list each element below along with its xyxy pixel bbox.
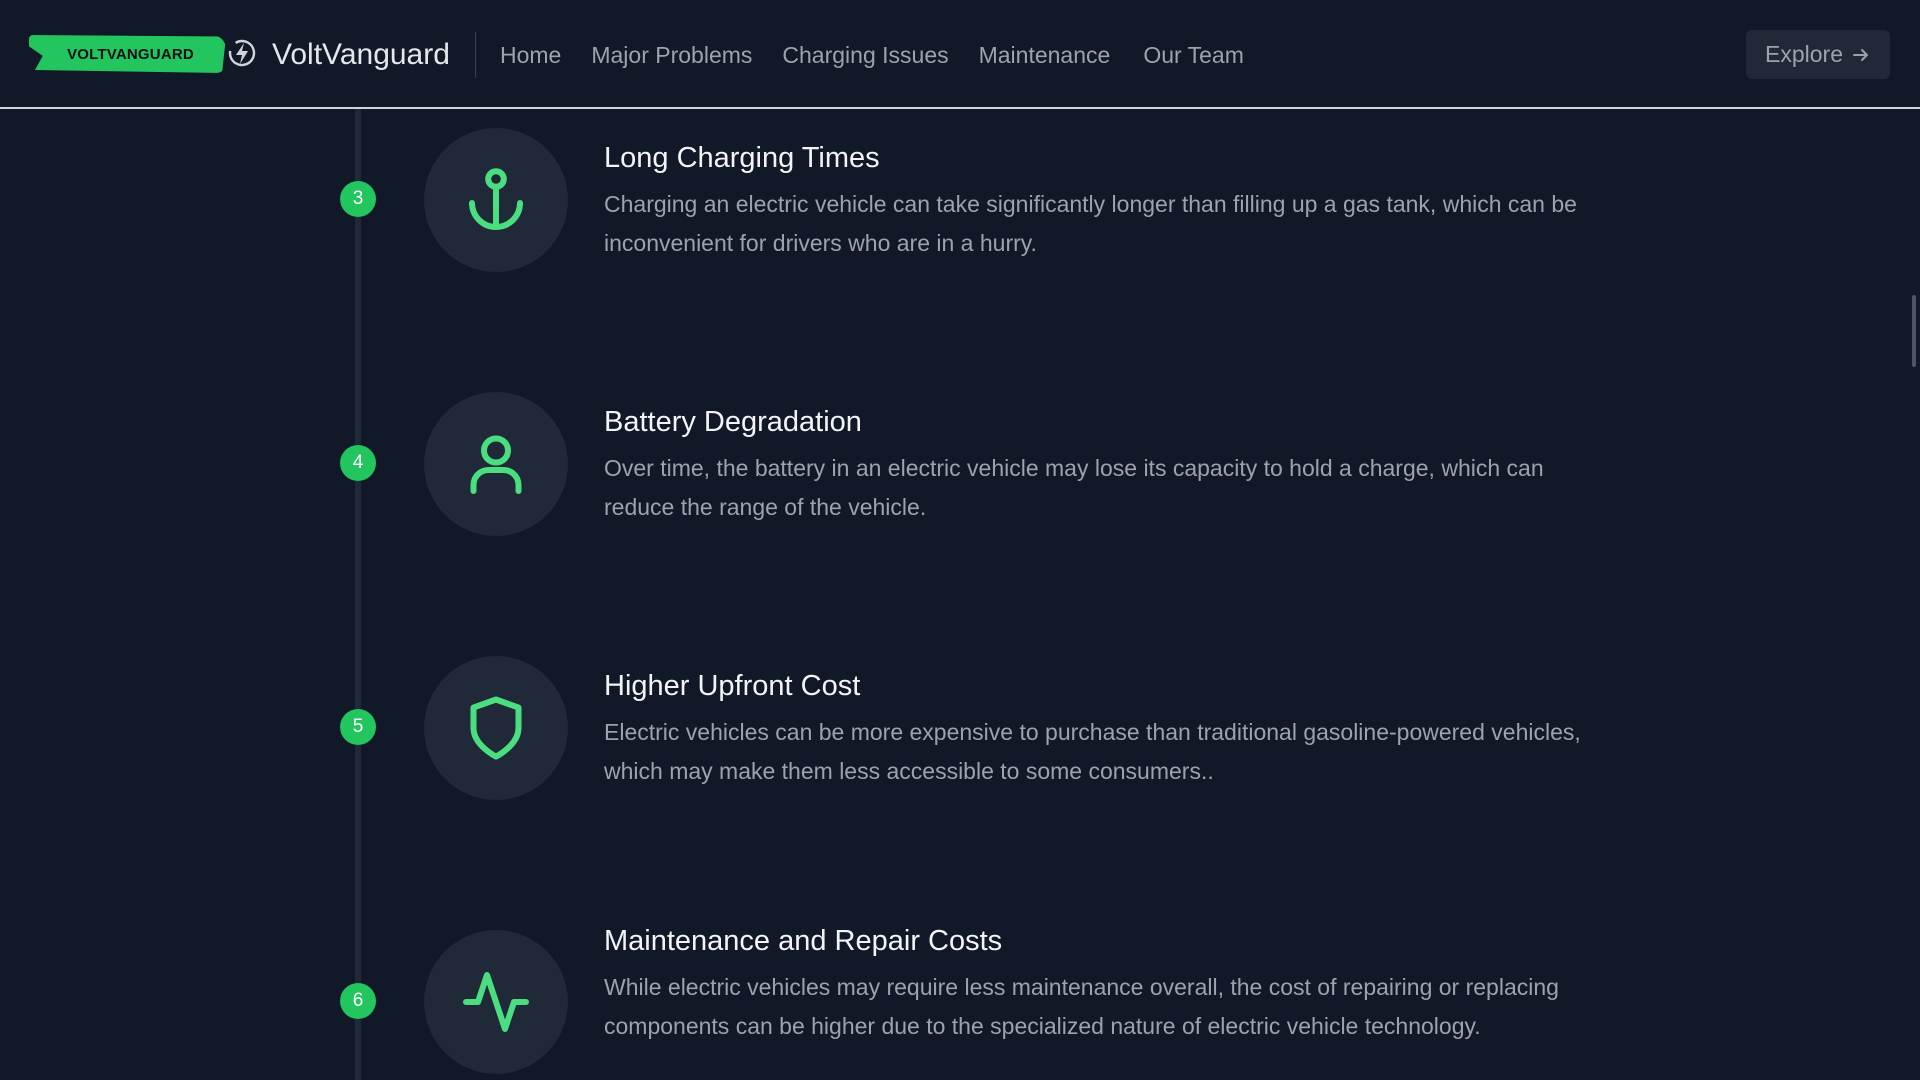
nav-link-charging-issues[interactable]: Charging Issues <box>782 40 948 70</box>
nav-link-major-problems[interactable]: Major Problems <box>591 40 752 70</box>
site-header: VOLTVANGUARD VoltVanguard Home Major Pro… <box>0 0 1920 109</box>
header-divider <box>475 32 476 78</box>
arrow-right-icon <box>1852 48 1868 61</box>
explore-button[interactable]: Explore <box>1746 30 1890 79</box>
step-number-badge: 5 <box>340 709 376 745</box>
anchor-icon <box>469 168 523 230</box>
brand-name[interactable]: VoltVanguard <box>272 36 450 74</box>
item-description: Electric vehicles can be more expensive … <box>604 719 1581 784</box>
item-title: Long Charging Times <box>604 142 880 174</box>
nav-link-our-team[interactable]: Our Team <box>1143 40 1244 70</box>
item-description: While electric vehicles may require less… <box>604 974 1559 1039</box>
item-title: Battery Degradation <box>604 406 862 438</box>
shield-icon <box>470 696 522 760</box>
item-description: Over time, the battery in an electric ve… <box>604 455 1544 520</box>
timeline-line <box>355 0 361 1080</box>
item-icon-circle <box>424 128 568 272</box>
nav-link-maintenance[interactable]: Maintenance <box>979 40 1111 70</box>
logo-badge[interactable]: VOLTVANGUARD <box>29 35 226 73</box>
item-icon-circle <box>424 392 568 536</box>
activity-icon <box>463 972 529 1032</box>
nav-link-home[interactable]: Home <box>500 40 561 70</box>
step-number-badge: 6 <box>340 983 376 1019</box>
main-nav: Home Major Problems Charging Issues Main… <box>500 40 1274 70</box>
item-description: Charging an electric vehicle can take si… <box>604 191 1577 256</box>
step-number-badge: 3 <box>340 181 376 217</box>
item-icon-circle <box>424 656 568 800</box>
item-title: Higher Upfront Cost <box>604 670 861 702</box>
step-number-badge: 4 <box>340 445 376 481</box>
logo-text: VOLTVANGUARD <box>67 45 194 63</box>
item-title: Maintenance and Repair Costs <box>604 925 1003 957</box>
user-icon <box>470 435 522 494</box>
explore-label: Explore <box>1765 41 1843 67</box>
scrollbar-thumb[interactable] <box>1912 295 1916 367</box>
bolt-icon <box>228 39 256 67</box>
item-icon-circle <box>424 930 568 1074</box>
